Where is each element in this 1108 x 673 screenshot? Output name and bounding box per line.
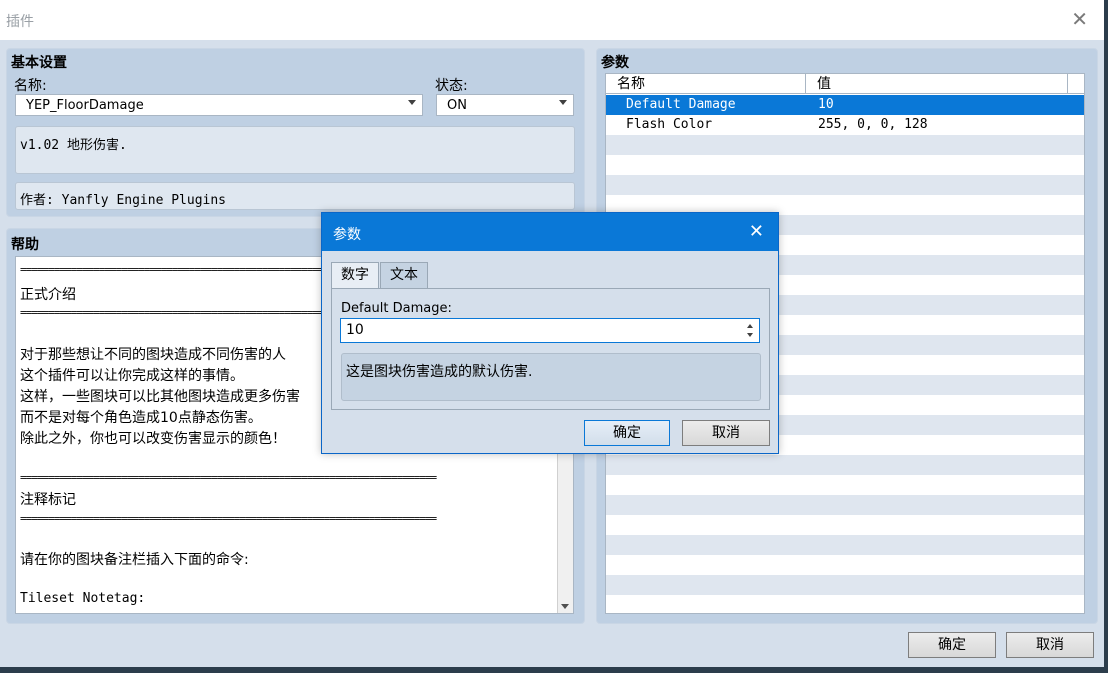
param-value: 10 (818, 97, 834, 112)
table-row-empty (606, 535, 1084, 555)
param-value: 255, 0, 0, 128 (818, 117, 928, 132)
help-line: 这个插件可以让你完成这样的事情。 (20, 368, 244, 384)
table-row-empty (606, 515, 1084, 535)
help-line: 对于那些想让不同的图块造成不同伤害的人 (20, 347, 286, 363)
table-row-empty (606, 575, 1084, 595)
dialog-ok-button[interactable]: 确定 (584, 420, 670, 446)
table-row-empty (606, 455, 1084, 475)
chevron-down-icon (559, 100, 567, 105)
table-row-empty (606, 495, 1084, 515)
plugin-name-value: YEP_FloorDamage (26, 98, 144, 113)
basic-settings-heading: 基本设置 (11, 55, 67, 71)
status-value: ON (447, 98, 467, 113)
column-header-name[interactable]: 名称 (606, 74, 806, 94)
table-row-empty (606, 175, 1084, 195)
table-row-empty (606, 155, 1084, 175)
param-name: Default Damage (626, 97, 736, 112)
dialog-description-box: 这是图块伤害造成的默认伤害. (341, 353, 761, 401)
title-bar: 插件 ✕ (0, 0, 1104, 40)
dialog-title-bar: 参数 ✕ (322, 213, 778, 251)
close-icon[interactable]: ✕ (1071, 9, 1088, 29)
param-name: Flash Color (626, 117, 713, 132)
dialog-title: 参数 (333, 227, 361, 243)
chevron-down-icon (408, 100, 416, 105)
params-heading: 参数 (601, 55, 629, 71)
table-row[interactable]: Flash Color 255, 0, 0, 128 (606, 115, 1084, 135)
plugin-name-select[interactable]: YEP_FloorDamage (15, 94, 423, 116)
tab-text[interactable]: 文本 (380, 262, 428, 289)
help-line: 除此之外，你也可以改变伤害显示的颜色！ (20, 431, 286, 447)
help-heading: 帮助 (11, 237, 39, 253)
window-title: 插件 (6, 14, 34, 30)
status-label: 状态: (435, 78, 468, 94)
help-line: Tileset Notetag: (20, 591, 146, 606)
help-line: 这样，一些图块可以比其他图块造成更多伤害 (20, 389, 300, 405)
table-row-empty (606, 595, 1084, 613)
spinner-value: 10 (346, 322, 364, 338)
table-row-empty (606, 135, 1084, 155)
status-select[interactable]: ON (436, 94, 574, 116)
dialog-cancel-button[interactable]: 取消 (682, 420, 770, 446)
cancel-button[interactable]: 取消 (1006, 632, 1094, 658)
table-row-empty (606, 555, 1084, 575)
author-text: 作者: Yanfly Engine Plugins (20, 193, 227, 208)
ok-button[interactable]: 确定 (908, 632, 996, 658)
tab-number[interactable]: 数字 (331, 262, 379, 290)
help-line: 注释标记 (20, 492, 76, 508)
scroll-down-icon[interactable] (561, 604, 569, 609)
description-box: v1.02 地形伤害. (15, 126, 575, 174)
help-line: 正式介绍 (20, 287, 76, 303)
help-line: 请在你的图块备注栏插入下面的命令: (20, 552, 249, 568)
spin-up-icon[interactable] (747, 324, 753, 328)
field-label: Default Damage: (341, 301, 452, 316)
help-line: ========================================… (20, 512, 437, 525)
table-row-selected[interactable]: Default Damage 10 (606, 95, 1084, 115)
table-row-empty (606, 475, 1084, 495)
default-damage-spinner[interactable]: 10 (340, 318, 760, 343)
name-label: 名称: (14, 78, 47, 94)
help-line: 而不是对每个角色造成10点静态伤害。 (20, 410, 262, 426)
spin-down-icon[interactable] (747, 333, 753, 337)
description-text: v1.02 地形伤害. (20, 138, 127, 153)
help-line: ========================================… (20, 471, 437, 484)
dialog-close-icon[interactable]: ✕ (749, 221, 764, 242)
column-header-value[interactable]: 值 (806, 74, 1068, 94)
author-box: 作者: Yanfly Engine Plugins (15, 182, 575, 210)
dialog-description: 这是图块伤害造成的默认伤害. (346, 364, 533, 380)
column-header-blank (1068, 74, 1084, 94)
